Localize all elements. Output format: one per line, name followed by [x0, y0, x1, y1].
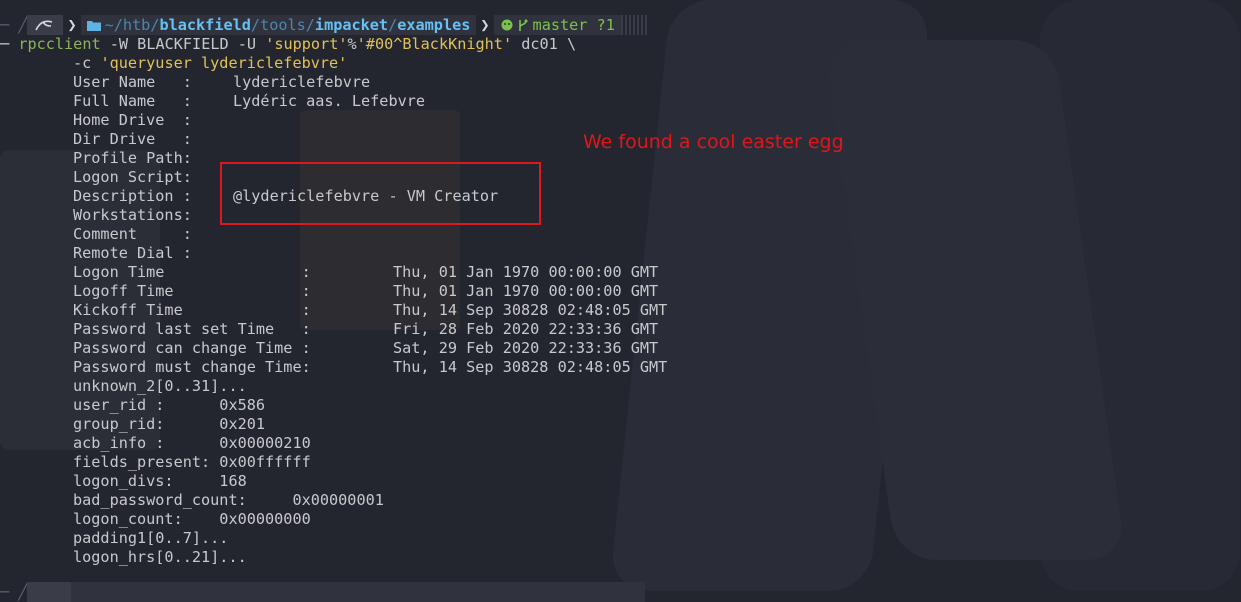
output-line: Profile Path:	[73, 149, 192, 168]
field-label: Profile Path:	[73, 149, 192, 167]
command-line-2: -c 'queryuser lydericlefebvre'	[73, 54, 347, 73]
cwd-segment: ~/htb/blackfield/tools/impacket / examples	[80, 15, 477, 35]
kali-dragon-icon	[35, 20, 53, 31]
output-line: Workstations:	[73, 206, 192, 225]
command-query-arg: 'queryuser lydericlefebvre'	[100, 54, 348, 72]
cwd-segment	[71, 582, 504, 602]
next-shell-prompt: ─ ╱	[0, 582, 646, 602]
field-label: Full Name :	[73, 92, 192, 110]
output-line: Description : @lydericlefebvre - VM Creat…	[73, 187, 498, 206]
field-label: Logon Script:	[73, 168, 192, 186]
output-line: Dir Drive :	[73, 130, 192, 149]
git-segment	[503, 582, 646, 602]
field-value: lydericlefebvre	[233, 73, 371, 91]
path-sep: /	[388, 16, 398, 34]
easter-egg-annotation: We found a cool easter egg	[583, 131, 844, 153]
info-text: bad_password_count: 0x00000001	[73, 491, 384, 509]
output-line: User Name : lydericlefebvre	[73, 73, 370, 92]
git-branch-status: master ?1	[532, 16, 615, 34]
output-line: Logon Time : Thu, 01 Jan 1970 00:00:00 GM…	[73, 263, 658, 282]
output-line: unknown_2[0..31]...	[73, 377, 247, 396]
output-line: logon_hrs[0..21]...	[73, 548, 247, 567]
segment-arrow: ❯	[480, 16, 490, 34]
field-value: Lydéric aas. Lefebvre	[233, 92, 426, 110]
time-value: Sat, 29 Feb 2020 22:33:36 GMT	[393, 339, 659, 357]
info-text: user_rid : 0x586	[73, 396, 266, 414]
prompt-hatch-decoration	[620, 15, 649, 35]
path-examples: examples	[397, 16, 471, 34]
output-line: Password can change Time : Sat, 29 Feb 20…	[73, 339, 658, 358]
command-args: -W BLACKFIELD -U	[100, 35, 266, 53]
time-value: Fri, 28 Feb 2020 22:33:36 GMT	[393, 320, 659, 338]
output-line: bad_password_count: 0x00000001	[73, 491, 384, 510]
time-value: Thu, 14 Sep 30828 02:48:05 GMT	[393, 358, 668, 376]
command-host: dc01 \	[512, 35, 577, 53]
field-label: Comment :	[73, 225, 192, 243]
output-line: Password last set Time : Fri, 28 Feb 2020…	[73, 320, 658, 339]
command-user-arg: 'support'	[265, 35, 348, 53]
command-line-1: ─ rpcclient -W BLACKFIELD -U 'support'%'…	[0, 35, 576, 54]
path-blackfield: blackfield	[159, 16, 251, 34]
info-text: acb_info : 0x00000210	[73, 434, 311, 452]
field-label: Description :	[73, 187, 192, 205]
github-icon	[501, 19, 513, 31]
time-label: Logoff Time :	[73, 282, 311, 300]
time-label: Password last set Time :	[73, 320, 311, 338]
git-branch-icon	[518, 19, 528, 31]
field-label: User Name :	[73, 73, 192, 91]
info-text: group_rid: 0x201	[73, 415, 266, 433]
output-line: fields_present: 0x00ffffff	[73, 453, 311, 472]
path-impacket: impacket	[314, 16, 389, 34]
info-text: logon_count: 0x00000000	[73, 510, 311, 528]
output-line: logon_divs: 168	[73, 472, 247, 491]
segment-arrow: ❯	[67, 16, 77, 34]
output-line: Home Drive :	[73, 111, 192, 130]
field-label: Home Drive :	[73, 111, 192, 129]
info-text: unknown_2[0..31]...	[73, 377, 247, 395]
prompt-corner: ─ ╱	[0, 583, 28, 601]
output-line: Full Name : Lydéric aas. Lefebvre	[73, 92, 425, 111]
info-text: logon_divs: 168	[73, 472, 247, 490]
output-line: user_rid : 0x586	[73, 396, 265, 415]
info-text: logon_hrs[0..21]...	[73, 548, 247, 566]
output-line: logon_count: 0x00000000	[73, 510, 311, 529]
prompt-dash: ─	[0, 35, 10, 53]
shell-prompt: ─ ╱ ❯ ~/htb/blackfield/tools/impacket / ex…	[0, 15, 649, 35]
time-value: Thu, 14 Sep 30828 02:48:05 GMT	[393, 301, 668, 319]
time-value: Thu, 01 Jan 1970 00:00:00 GMT	[393, 282, 659, 300]
path-tools: /tools/	[250, 16, 315, 34]
kali-user-segment	[27, 582, 72, 602]
field-label: Dir Drive :	[73, 130, 192, 148]
output-line: Logon Script:	[73, 168, 192, 187]
kali-user-segment	[27, 15, 64, 35]
time-label: Kickoff Time :	[73, 301, 311, 319]
output-line: Remote Dial :	[73, 244, 192, 263]
output-line: Logoff Time : Thu, 01 Jan 1970 00:00:00 G…	[73, 282, 658, 301]
output-line: Password must change Time: Thu, 14 Sep 30…	[73, 358, 667, 377]
output-line: padding1[0..7]...	[73, 529, 228, 548]
prompt-corner: ─ ╱	[0, 16, 28, 34]
description-highlight-box	[220, 162, 541, 225]
time-value: Thu, 01 Jan 1970 00:00:00 GMT	[393, 263, 659, 281]
time-label: Logon Time :	[73, 263, 311, 281]
time-label: Password can change Time :	[73, 339, 311, 357]
output-line: acb_info : 0x00000210	[73, 434, 311, 453]
info-text: fields_present: 0x00ffffff	[73, 453, 311, 471]
time-label: Password must change Time:	[73, 358, 311, 376]
output-line: Comment :	[73, 225, 192, 244]
path-prefix: ~/htb/	[104, 16, 160, 34]
field-label: Remote Dial :	[73, 244, 192, 262]
git-segment: master ?1	[493, 15, 621, 35]
field-label: Workstations:	[73, 206, 192, 224]
command-program: rpcclient	[18, 35, 101, 53]
output-line: group_rid: 0x201	[73, 415, 265, 434]
command-password-arg: '#00^BlackKnight'	[356, 35, 513, 53]
folder-icon	[86, 21, 101, 31]
output-line: Kickoff Time : Thu, 14 Sep 30828 02:48:05…	[73, 301, 667, 320]
command-option: -c	[73, 54, 101, 72]
command-percent: %	[347, 35, 357, 53]
info-text: padding1[0..7]...	[73, 529, 229, 547]
